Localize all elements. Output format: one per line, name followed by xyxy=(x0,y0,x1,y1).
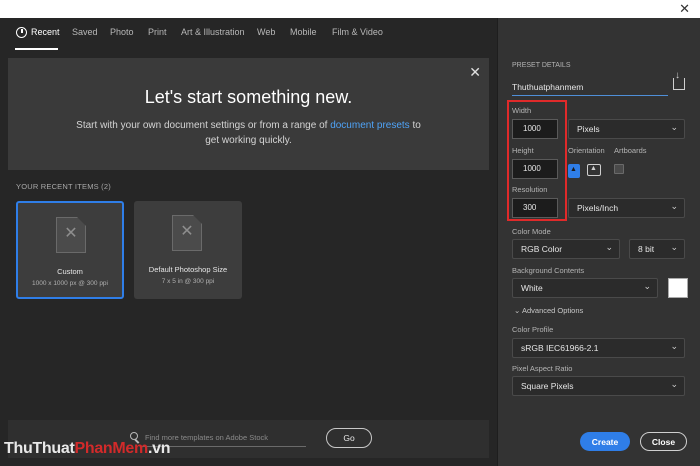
chevron-down-icon: ⌄ xyxy=(670,201,678,211)
pixel-aspect-ratio-label: Pixel Aspect Ratio xyxy=(512,364,573,373)
close-button[interactable]: Close xyxy=(640,432,687,451)
preset-details-label: PRESET DETAILS xyxy=(512,62,571,69)
resolution-field[interactable]: 300 xyxy=(512,198,558,218)
save-preset-icon[interactable] xyxy=(673,70,685,90)
advanced-options-toggle[interactable]: ⌄ Advanced Options xyxy=(514,306,583,315)
portrait-orientation-icon[interactable] xyxy=(568,164,580,178)
orientation-label: Orientation xyxy=(568,146,605,155)
width-unit-select[interactable]: Pixels ⌄ xyxy=(568,119,685,139)
brush-icon: ✕ xyxy=(180,223,194,240)
tab-saved[interactable]: Saved xyxy=(72,27,98,37)
document-presets-link[interactable]: document presets xyxy=(330,120,410,131)
category-tabs: Recent Saved Photo Print Art & Illustrat… xyxy=(0,18,497,50)
chevron-down-icon: ⌄ xyxy=(643,281,651,291)
chevron-down-icon: ⌄ xyxy=(670,379,678,389)
color-mode-label: Color Mode xyxy=(512,227,551,236)
background-color-swatch[interactable] xyxy=(668,278,688,298)
welcome-subtitle: Start with your own document settings or… xyxy=(76,120,421,146)
chevron-down-icon: ⌄ xyxy=(514,306,521,315)
chevron-down-icon: ⌄ xyxy=(670,122,678,132)
close-banner-icon[interactable]: ✕ xyxy=(469,64,481,81)
pixel-aspect-ratio-select[interactable]: Square Pixels ⌄ xyxy=(512,376,685,396)
chevron-down-icon: ⌄ xyxy=(670,242,678,252)
search-icon xyxy=(130,432,138,440)
tab-art-illustration[interactable]: Art & Illustration xyxy=(181,27,245,37)
preset-details-panel: PRESET DETAILS Thuthuatphanmem Width 100… xyxy=(497,18,700,466)
welcome-title: Let's start something new. xyxy=(144,87,353,107)
watermark-logo: ThuThuatPhanMem.vn xyxy=(4,440,171,457)
recent-items-label: YOUR RECENT ITEMS (2) xyxy=(16,182,111,191)
window-titlebar: ✕ xyxy=(0,0,700,18)
artboards-label: Artboards xyxy=(614,146,647,155)
recent-item-custom[interactable]: ✕ Custom 1000 x 1000 px @ 300 ppi xyxy=(16,201,124,299)
resolution-label: Resolution xyxy=(512,185,548,194)
tab-recent[interactable]: Recent xyxy=(31,27,60,37)
height-field[interactable]: 1000 xyxy=(512,159,558,179)
background-contents-label: Background Contents xyxy=(512,266,585,275)
chevron-down-icon: ⌄ xyxy=(670,341,678,351)
tab-print[interactable]: Print xyxy=(148,27,167,37)
width-label: Width xyxy=(512,106,532,115)
active-tab-indicator xyxy=(15,48,58,50)
color-profile-select[interactable]: sRGB IEC61966-2.1 ⌄ xyxy=(512,338,685,358)
width-field[interactable]: 1000 xyxy=(512,119,558,139)
height-label: Height xyxy=(512,146,534,155)
color-profile-label: Color Profile xyxy=(512,325,554,334)
background-contents-select[interactable]: White ⌄ xyxy=(512,278,658,298)
recent-item-default-photoshop-size[interactable]: ✕ Default Photoshop Size 7 x 5 in @ 300 … xyxy=(134,201,242,299)
color-mode-select[interactable]: RGB Color ⌄ xyxy=(512,239,620,259)
tab-photo[interactable]: Photo xyxy=(110,27,134,37)
tab-film-video[interactable]: Film & Video xyxy=(332,27,383,37)
welcome-banner: Let's start something new. Start with yo… xyxy=(8,58,489,170)
preset-name-field[interactable]: Thuthuatphanmem xyxy=(512,78,668,96)
go-button[interactable]: Go xyxy=(326,428,372,448)
window-close-icon[interactable]: ✕ xyxy=(679,1,690,17)
tab-mobile[interactable]: Mobile xyxy=(290,27,317,37)
artboards-checkbox[interactable] xyxy=(614,164,624,174)
tab-web[interactable]: Web xyxy=(257,27,275,37)
left-panel: Recent Saved Photo Print Art & Illustrat… xyxy=(0,18,497,466)
brush-icon: ✕ xyxy=(64,225,78,242)
landscape-orientation-icon[interactable] xyxy=(587,164,601,176)
create-button[interactable]: Create xyxy=(580,432,630,451)
bit-depth-select[interactable]: 8 bit ⌄ xyxy=(629,239,685,259)
resolution-unit-select[interactable]: Pixels/Inch ⌄ xyxy=(568,198,685,218)
chevron-down-icon: ⌄ xyxy=(605,242,613,252)
clock-icon xyxy=(16,27,27,38)
